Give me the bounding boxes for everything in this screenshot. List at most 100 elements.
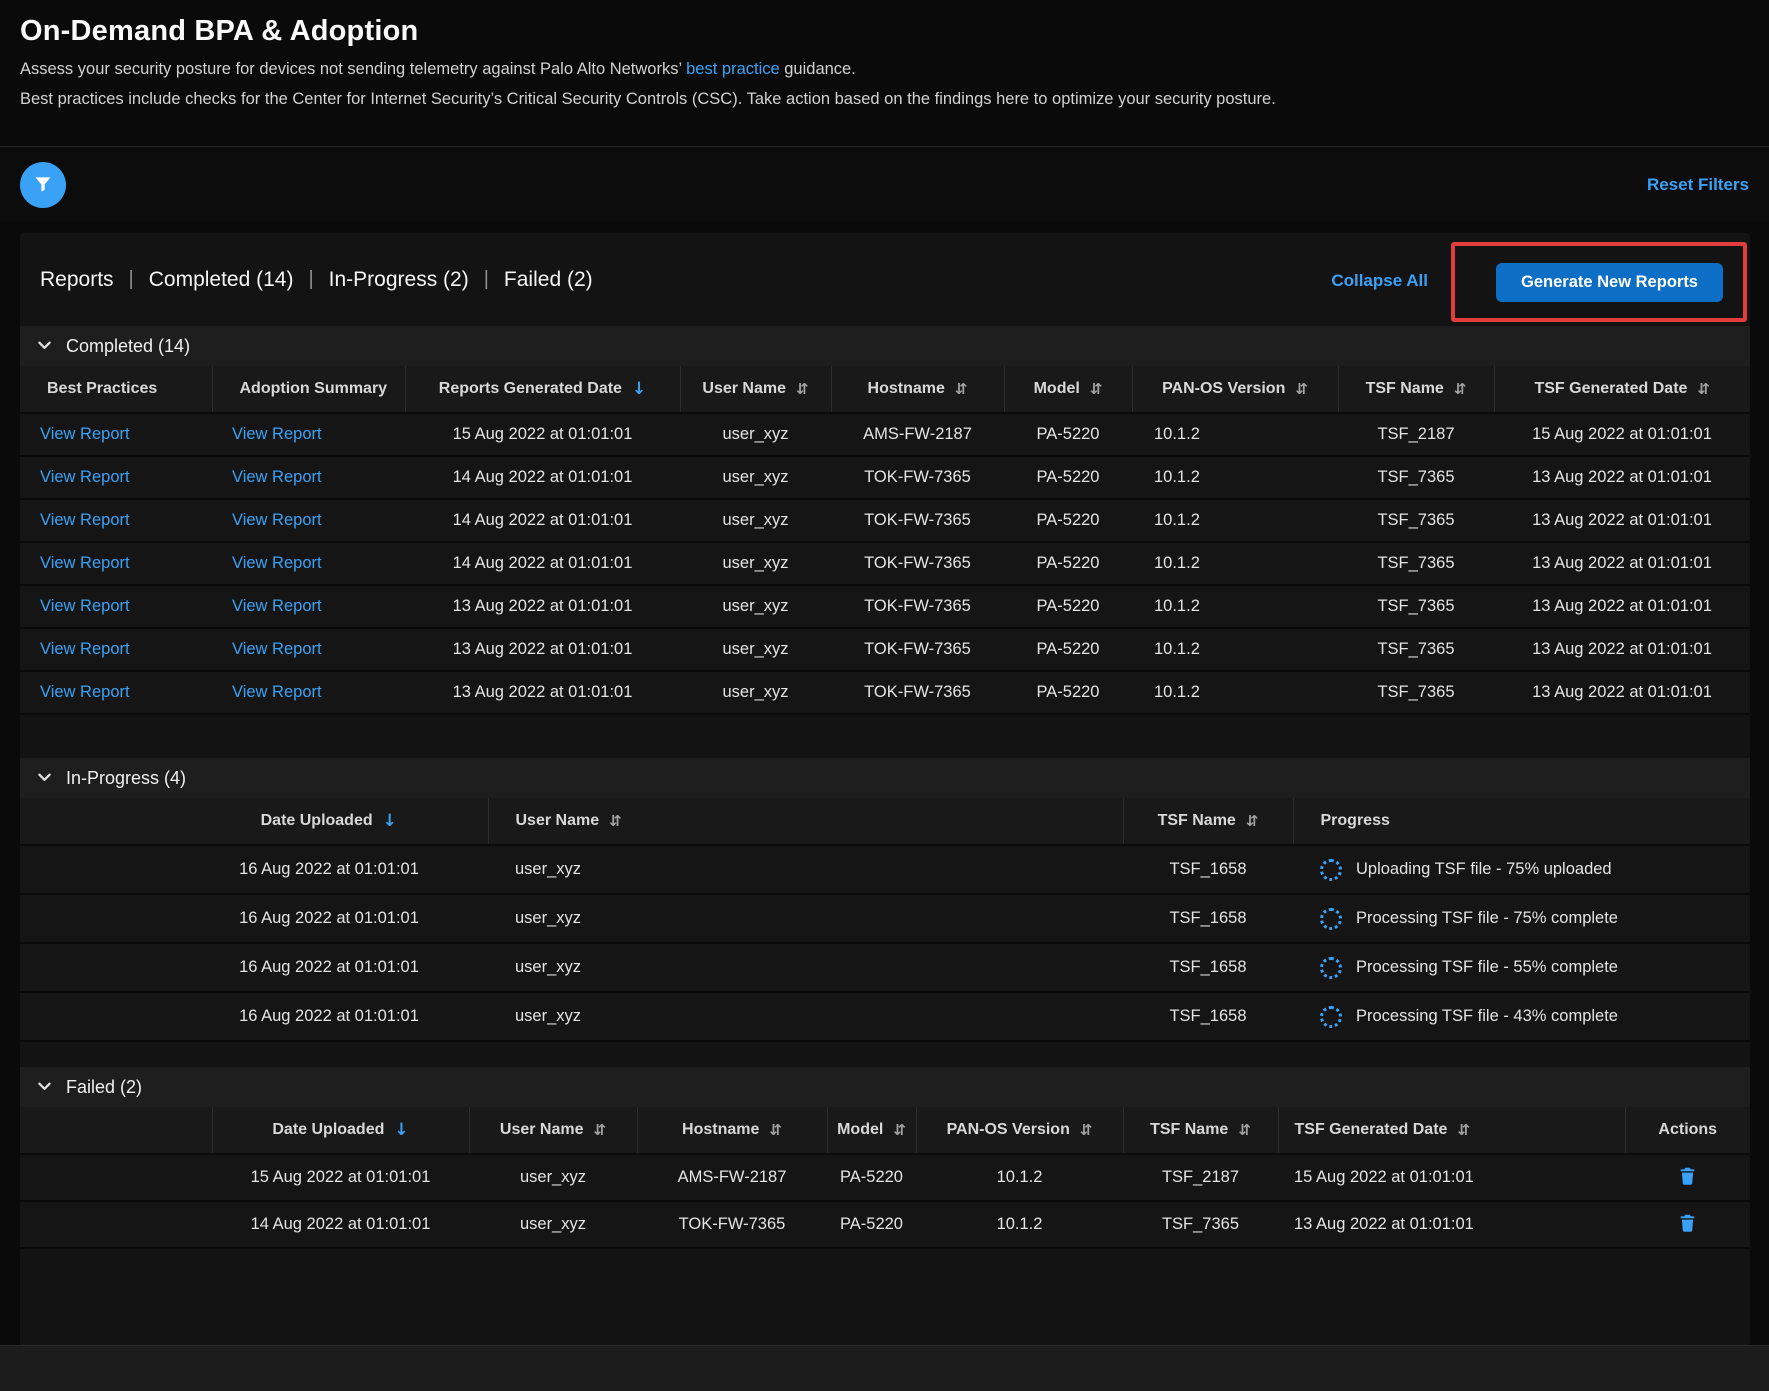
filter-button[interactable]	[20, 162, 66, 208]
view-report-link[interactable]: View Report	[40, 425, 130, 443]
table-cell: View Report	[212, 628, 405, 671]
reports-topbar: Reports |Completed (14)|In-Progress (2)|…	[20, 233, 1750, 326]
sort-toggle-icon[interactable]: ⇵	[796, 380, 809, 398]
sort-toggle-icon[interactable]: ⇵	[1080, 1121, 1093, 1139]
view-report-link[interactable]: View Report	[40, 640, 130, 658]
table-cell: View Report	[20, 456, 212, 499]
section-header-failed[interactable]: Failed (2)	[20, 1067, 1750, 1107]
table-cell: View Report	[212, 413, 405, 456]
sort-desc-icon[interactable]: ↓	[383, 811, 397, 831]
separator: |	[129, 268, 134, 291]
view-report-link[interactable]: View Report	[40, 683, 130, 701]
table-row: View ReportView Report14 Aug 2022 at 01:…	[20, 456, 1750, 499]
table-cell: 13 Aug 2022 at 01:01:01	[405, 628, 680, 671]
tab-completed-14[interactable]: Completed (14)	[149, 268, 294, 292]
table-cell: View Report	[20, 628, 212, 671]
table-cell	[20, 1154, 212, 1201]
sort-toggle-icon[interactable]: ⇵	[1454, 380, 1467, 398]
table-row: 15 Aug 2022 at 01:01:01user_xyzAMS-FW-21…	[20, 1154, 1750, 1201]
col-tsf-generated-date[interactable]: TSF Generated Date⇵	[1278, 1107, 1625, 1154]
view-report-link[interactable]: View Report	[40, 597, 130, 615]
table-row: 16 Aug 2022 at 01:01:01user_xyzTSF_1658P…	[20, 992, 1750, 1041]
sort-toggle-icon[interactable]: ⇵	[1246, 812, 1259, 830]
reports-tabs: Reports |Completed (14)|In-Progress (2)|…	[40, 268, 593, 292]
sort-toggle-icon[interactable]: ⇵	[609, 812, 622, 830]
collapse-all-link[interactable]: Collapse All	[1331, 271, 1428, 291]
col-model[interactable]: Model⇵	[827, 1107, 916, 1154]
view-report-link[interactable]: View Report	[232, 640, 322, 658]
table-cell: 13 Aug 2022 at 01:01:01	[1494, 585, 1750, 628]
col-user-name[interactable]: User Name ⇵	[469, 1107, 637, 1154]
col-tsf-generated-date[interactable]: TSF Generated Date⇵	[1494, 366, 1750, 413]
progress-text: Processing TSF file - 55% complete	[1356, 958, 1618, 977]
view-report-link[interactable]: View Report	[232, 554, 322, 572]
view-report-link[interactable]: View Report	[232, 511, 322, 529]
view-report-link[interactable]: View Report	[40, 554, 130, 572]
description-text: guidance.	[780, 60, 856, 78]
view-report-link[interactable]: View Report	[40, 468, 130, 486]
column-label: User Name	[516, 812, 600, 830]
reset-filters-link[interactable]: Reset Filters	[1647, 175, 1749, 195]
view-report-link[interactable]: View Report	[232, 597, 322, 615]
column-label: User Name	[500, 1121, 584, 1139]
delete-report-button[interactable]	[1675, 1163, 1700, 1192]
sort-toggle-icon[interactable]: ⇵	[1090, 380, 1103, 398]
table-cell: View Report	[212, 585, 405, 628]
table-cell: 10.1.2	[1132, 542, 1338, 585]
table-cell: TSF_1658	[1123, 943, 1293, 992]
col-pan-os-version[interactable]: PAN-OS Version⇵	[916, 1107, 1123, 1154]
view-report-link[interactable]: View Report	[232, 468, 322, 486]
best-practice-link[interactable]: best practice	[686, 60, 780, 78]
table-cell: 16 Aug 2022 at 01:01:01	[170, 845, 488, 894]
col-date-uploaded[interactable]: Date Uploaded↓	[170, 798, 488, 845]
spacer	[20, 715, 1750, 758]
sort-toggle-icon[interactable]: ⇵	[769, 1121, 782, 1139]
table-cell: 15 Aug 2022 at 01:01:01	[212, 1154, 469, 1201]
table-row: View ReportView Report14 Aug 2022 at 01:…	[20, 542, 1750, 585]
table-cell: PA-5220	[1004, 499, 1132, 542]
sort-toggle-icon[interactable]: ⇵	[1295, 380, 1308, 398]
table-row: 16 Aug 2022 at 01:01:01user_xyzTSF_1658P…	[20, 894, 1750, 943]
tab-in-progress-2[interactable]: In-Progress (2)	[329, 268, 469, 292]
col-reports-generated-date[interactable]: Reports Generated Date↓	[405, 366, 680, 413]
col-model[interactable]: Model ⇵	[1004, 366, 1132, 413]
column-label: Model	[1034, 380, 1080, 398]
col-tsf-name[interactable]: TSF Name⇵	[1123, 1107, 1278, 1154]
delete-report-button[interactable]	[1675, 1210, 1700, 1239]
funnel-icon	[33, 174, 53, 197]
col-user-name[interactable]: User Name ⇵	[488, 798, 1123, 845]
tab-failed-2[interactable]: Failed (2)	[504, 268, 593, 292]
generate-new-reports-button[interactable]: Generate New Reports	[1496, 263, 1723, 302]
table-cell: user_xyz	[469, 1154, 637, 1201]
sort-toggle-icon[interactable]: ⇵	[1238, 1121, 1251, 1139]
table-cell: 13 Aug 2022 at 01:01:01	[1494, 542, 1750, 585]
table-cell: 10.1.2	[1132, 413, 1338, 456]
col-user-name[interactable]: User Name⇵	[680, 366, 831, 413]
col-pan-os-version[interactable]: PAN-OS Version ⇵	[1132, 366, 1338, 413]
col-tsf-name[interactable]: TSF Name⇵	[1123, 798, 1293, 845]
view-report-link[interactable]: View Report	[232, 683, 322, 701]
view-report-link[interactable]: View Report	[232, 425, 322, 443]
sort-toggle-icon[interactable]: ⇵	[1697, 380, 1710, 398]
sort-toggle-icon[interactable]: ⇵	[955, 380, 968, 398]
col-hostname[interactable]: Hostname⇵	[831, 366, 1004, 413]
sort-toggle-icon[interactable]: ⇵	[893, 1121, 906, 1139]
sort-toggle-icon[interactable]: ⇵	[1457, 1121, 1470, 1139]
section-header-in-progress[interactable]: In-Progress (4)	[20, 758, 1750, 798]
table-cell: 13 Aug 2022 at 01:01:01	[405, 585, 680, 628]
sort-desc-icon[interactable]: ↓	[394, 1120, 408, 1140]
table-cell: user_xyz	[680, 542, 831, 585]
col-hostname[interactable]: Hostname⇵	[637, 1107, 827, 1154]
table-cell: View Report	[20, 542, 212, 585]
table-cell	[20, 845, 170, 894]
col-tsf-name[interactable]: TSF Name⇵	[1338, 366, 1494, 413]
page-title: On-Demand BPA & Adoption	[20, 15, 1749, 48]
section-header-completed[interactable]: Completed (14)	[20, 326, 1750, 366]
sort-toggle-icon[interactable]: ⇵	[594, 1121, 607, 1139]
col-date-uploaded[interactable]: Date Uploaded↓	[212, 1107, 469, 1154]
column-label: PAN-OS Version	[1162, 380, 1285, 398]
table-cell: user_xyz	[488, 845, 1123, 894]
column-label: Actions	[1658, 1121, 1717, 1139]
view-report-link[interactable]: View Report	[40, 511, 130, 529]
sort-desc-icon[interactable]: ↓	[632, 379, 646, 399]
